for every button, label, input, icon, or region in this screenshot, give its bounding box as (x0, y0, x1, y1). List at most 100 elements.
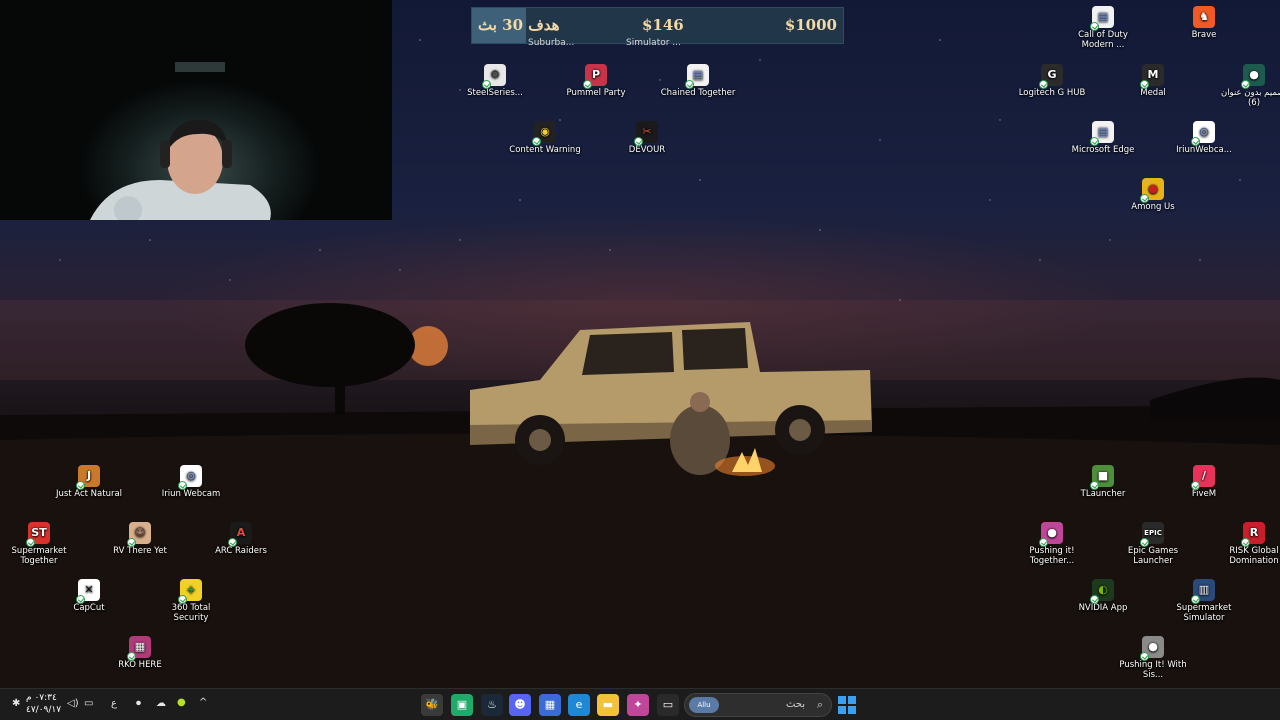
desktop-icon-just-act-natural[interactable]: J Just Act Natural (51, 465, 127, 499)
desktop-icon-chained-together[interactable]: ▤ Chained Together (660, 64, 736, 98)
desktop-icon-label: Supermarket Simulator (1176, 603, 1232, 623)
desktop-icon-label: Pushing it! Together... (1029, 546, 1075, 566)
desktop-icon-capcut[interactable]: ✕ CapCut (51, 579, 127, 613)
taskbar-steam-icon[interactable]: ♨ (481, 694, 503, 716)
network-icon[interactable]: ▭ (84, 698, 93, 709)
desktop-icon-label: تصميم بدون عنوان (6) (1220, 88, 1280, 108)
partial-icon-label-left: Suburba... (528, 38, 575, 48)
desktop-icon-steelseries[interactable]: ⚙ SteelSeries... (457, 64, 533, 98)
desktop-icon-label: Supermarket Together (11, 546, 67, 566)
desktop-icon-content-warning[interactable]: ◉ Content Warning (507, 121, 583, 155)
taskbar-task-view-icon[interactable]: ▭ (657, 694, 679, 716)
desktop-icon-among-us[interactable]: ● Among Us (1115, 178, 1191, 212)
taskbar-edge-icon[interactable]: e (568, 694, 590, 716)
360-security-tray-icon[interactable]: ● (177, 697, 186, 708)
sync-check-icon (1191, 137, 1200, 146)
sync-check-icon (1090, 481, 1099, 490)
desktop-icon-supermarket-simulator[interactable]: ▥ Supermarket Simulator (1166, 579, 1242, 623)
desktop-icon-iriun-webcam-top[interactable]: ◎ IriunWebca... (1166, 121, 1242, 155)
taskbar-search[interactable]: Allu بحث ⌕ (684, 693, 832, 717)
partial-icon-label-right: Simulator ... (626, 38, 681, 48)
taskbar-discord-icon[interactable]: ☻ (509, 694, 531, 716)
desktop-icon-label: Epic Games Launcher (1127, 546, 1179, 566)
desktop-icon-logitech[interactable]: G Logitech G HUB (1014, 64, 1090, 98)
desktop-icon-rv-there-yet[interactable]: ☺ RV There Yet (102, 522, 178, 556)
desktop-icon-label: Logitech G HUB (1018, 88, 1086, 98)
taskbar-multicolor-app-icon[interactable]: ✦ (627, 694, 649, 716)
desktop-icon-medal[interactable]: M Medal (1115, 64, 1191, 98)
input-language[interactable]: ع (111, 698, 117, 709)
logitech-icon: G (1039, 64, 1063, 89)
sync-check-icon (127, 538, 136, 547)
sync-check-icon (1140, 538, 1149, 547)
sync-check-icon (685, 80, 694, 89)
desktop-icon-label: FiveM (1191, 489, 1217, 499)
sync-check-icon (1090, 595, 1099, 604)
desktop-icon-label: RKO HERE (118, 660, 162, 670)
microphone-icon[interactable]: ⏺ (136, 698, 141, 709)
taskbar-green-app-icon[interactable]: ▣ (451, 694, 473, 716)
supermarket-together-icon: ST (26, 522, 50, 547)
webcam-person (90, 62, 271, 220)
donation-target-amount: $1000 (784, 16, 837, 34)
brave-icon: ♞ (1193, 6, 1215, 28)
capcut-icon: ✕ (76, 579, 100, 604)
donation-goal-label: هدف 30 بث (478, 16, 560, 34)
desktop-icon-call-of-duty[interactable]: ▤ Call of Duty Modern ... (1065, 6, 1141, 50)
desktop-icon-risk-global[interactable]: R RISK Global Domination (1216, 522, 1280, 566)
iriun-webcam-icon: ◎ (1191, 121, 1215, 146)
search-highlight-badge: Allu (689, 697, 719, 713)
desktop-icon-design-untitled[interactable]: ●تصميم بدون عنوان (6) (1216, 64, 1280, 108)
desktop-icon-360-total-security[interactable]: +360 Total Security (153, 579, 229, 623)
desktop-icon-pushing-it-with-sis[interactable]: ● Pushing It! With Sis... (1115, 636, 1191, 680)
desktop-icon-label: DEVOUR (628, 145, 666, 155)
chevron-up-icon[interactable]: ^ (199, 697, 207, 708)
sync-check-icon (1191, 595, 1200, 604)
sync-check-icon (482, 80, 491, 89)
desktop-icon-rko-here[interactable]: ▦ RKO HERE (102, 636, 178, 670)
volume-icon[interactable]: ◁) (67, 698, 79, 709)
taskbar-bee-app-icon[interactable]: 🐝 (421, 694, 443, 716)
content-warning-icon: ◉ (532, 121, 556, 146)
desktop-icon-pushing-it-together[interactable]: ● Pushing it! Together... (1014, 522, 1090, 566)
360-total-security-icon: + (178, 579, 202, 604)
desktop-icon-iriun-webcam[interactable]: ◎ Iriun Webcam (153, 465, 229, 499)
desktop-icon-epic-games[interactable]: EPIC Epic Games Launcher (1115, 522, 1191, 566)
desktop-icon-tlauncher[interactable]: ■ TLauncher (1065, 465, 1141, 499)
desktop-icon-nvidia-app[interactable]: ◐ NVIDIA App (1065, 579, 1141, 613)
fivem-icon: / (1191, 465, 1215, 490)
onedrive-icon[interactable]: ☁ (156, 698, 166, 709)
desktop-icon-supermarket-together[interactable]: ST Supermarket Together (1, 522, 77, 566)
desktop-icon-brave[interactable]: ♞ Brave (1166, 6, 1242, 40)
sync-check-icon (1039, 538, 1048, 547)
taskbar-store-icon[interactable]: ▦ (539, 694, 561, 716)
sync-check-icon (1140, 80, 1149, 89)
among-us-icon: ● (1140, 178, 1164, 203)
search-icon: ⌕ (816, 698, 823, 711)
canva-file-icon: ● (1241, 64, 1265, 89)
desktop-icon-label: Just Act Natural (55, 489, 123, 499)
sync-check-icon (1191, 481, 1200, 490)
file-shortcut-icon: ▤ (685, 64, 709, 89)
sync-check-icon (178, 481, 187, 490)
notification-icon[interactable]: ✱ (12, 698, 20, 709)
supermarket-simulator-icon: ▥ (1191, 579, 1215, 604)
desktop-icon-devour[interactable]: ✂ DEVOUR (609, 121, 685, 155)
desktop-icon-pummel-party[interactable]: P Pummel Party (558, 64, 634, 98)
desktop-icon-fivem[interactable]: / FiveM (1166, 465, 1242, 499)
sync-check-icon (178, 595, 187, 604)
sync-check-icon (26, 538, 35, 547)
desktop-icon-label: IriunWebca... (1176, 145, 1232, 155)
desktop-icon-microsoft-edge[interactable]: ▤ Microsoft Edge (1065, 121, 1141, 155)
desktop-icon-label: Content Warning (509, 145, 581, 155)
file-shortcut-icon: ▤ (1090, 121, 1114, 146)
donation-current-amount: $146 (642, 16, 684, 34)
desktop-icon-label: ARC Raiders (215, 546, 267, 556)
taskbar-folder-icon[interactable]: ▬ (597, 694, 619, 716)
desktop-icon-arc-raiders[interactable]: A ARC Raiders (203, 522, 279, 556)
start-button[interactable] (836, 694, 858, 716)
sync-check-icon (1241, 80, 1250, 89)
desktop-icon-label: RISK Global Domination (1229, 546, 1279, 566)
sync-check-icon (1241, 538, 1250, 547)
taskbar-clock[interactable]: ٠٧:٣٤ م ٤٧/٠٩/١٧ (26, 692, 61, 716)
